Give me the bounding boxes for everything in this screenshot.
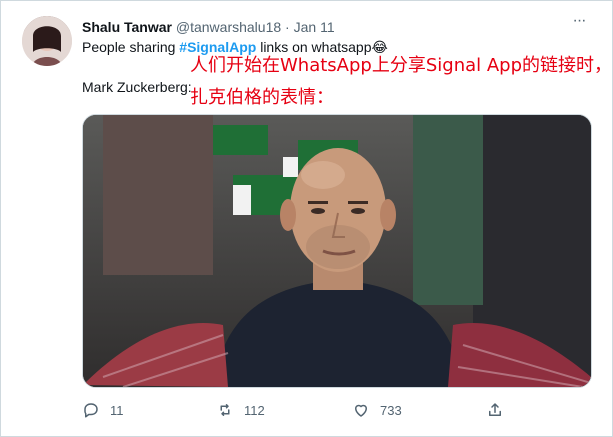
tweet-text-suffix: links on whatsapp😂 bbox=[256, 39, 388, 55]
tweet-text-line1: People sharing #SignalApp links on whats… bbox=[82, 38, 388, 56]
tweet-media-image[interactable] bbox=[82, 114, 592, 388]
translation-overlay-line2: 扎克伯格的表情： bbox=[190, 87, 334, 108]
retweet-icon bbox=[220, 404, 230, 416]
tweet-actions: 11 112 733 bbox=[82, 398, 502, 422]
hashtag-link[interactable]: #SignalApp bbox=[179, 39, 256, 55]
share-button[interactable] bbox=[486, 398, 504, 422]
author-handle[interactable]: @tanwarshalu18 bbox=[176, 19, 281, 35]
reply-icon bbox=[84, 403, 98, 418]
header-separator: · bbox=[285, 19, 290, 35]
tweet-date[interactable]: Jan 11 bbox=[294, 19, 335, 35]
reply-button[interactable]: 11 bbox=[82, 398, 124, 422]
translation-overlay-line1: 人们开始在WhatsApp上分享Signal App的链接时， bbox=[190, 55, 613, 76]
share-icon bbox=[489, 403, 501, 416]
reply-count: 11 bbox=[110, 402, 124, 418]
tweet-text-prefix: People sharing bbox=[82, 39, 180, 55]
retweet-count: 112 bbox=[244, 402, 265, 418]
like-icon bbox=[355, 404, 367, 417]
more-icon[interactable]: ··· bbox=[570, 13, 588, 32]
tweet-text-line2: Mark Zuckerberg: bbox=[82, 79, 192, 95]
author-name[interactable]: Shalu Tanwar bbox=[82, 19, 172, 35]
retweet-button[interactable]: 112 bbox=[216, 398, 265, 422]
avatar[interactable] bbox=[22, 16, 72, 66]
like-count: 733 bbox=[380, 402, 402, 418]
tweet-header: Shalu Tanwar @tanwarshalu18 · Jan 11 bbox=[82, 18, 335, 36]
like-button[interactable]: 733 bbox=[352, 398, 402, 422]
